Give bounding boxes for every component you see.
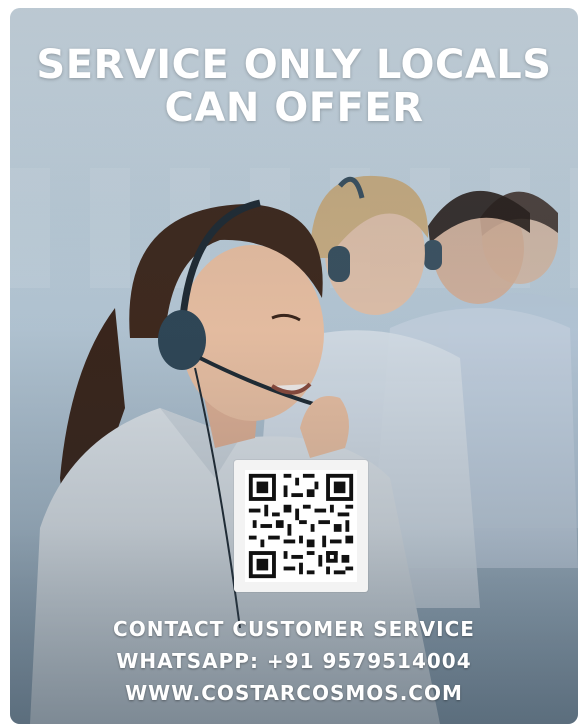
- contact-block: CONTACT CUSTOMER SERVICE WHATSAPP: +91 9…: [10, 613, 578, 709]
- qr-code-frame[interactable]: [234, 460, 368, 592]
- promo-poster: SERVICE ONLY LOCALS CAN OFFER CONTACT CU…: [10, 8, 578, 724]
- website-link[interactable]: WWW.COSTARCOSMOS.COM: [10, 677, 578, 709]
- headline-line-2: CAN OFFER: [164, 85, 424, 131]
- headline-line-1: SERVICE ONLY LOCALS: [36, 42, 552, 88]
- qr-code-icon[interactable]: [244, 470, 358, 582]
- contact-label: CONTACT CUSTOMER SERVICE: [113, 617, 475, 641]
- headline: SERVICE ONLY LOCALS CAN OFFER: [10, 44, 578, 130]
- whatsapp-number[interactable]: WHATSAPP: +91 9579514004: [10, 645, 578, 677]
